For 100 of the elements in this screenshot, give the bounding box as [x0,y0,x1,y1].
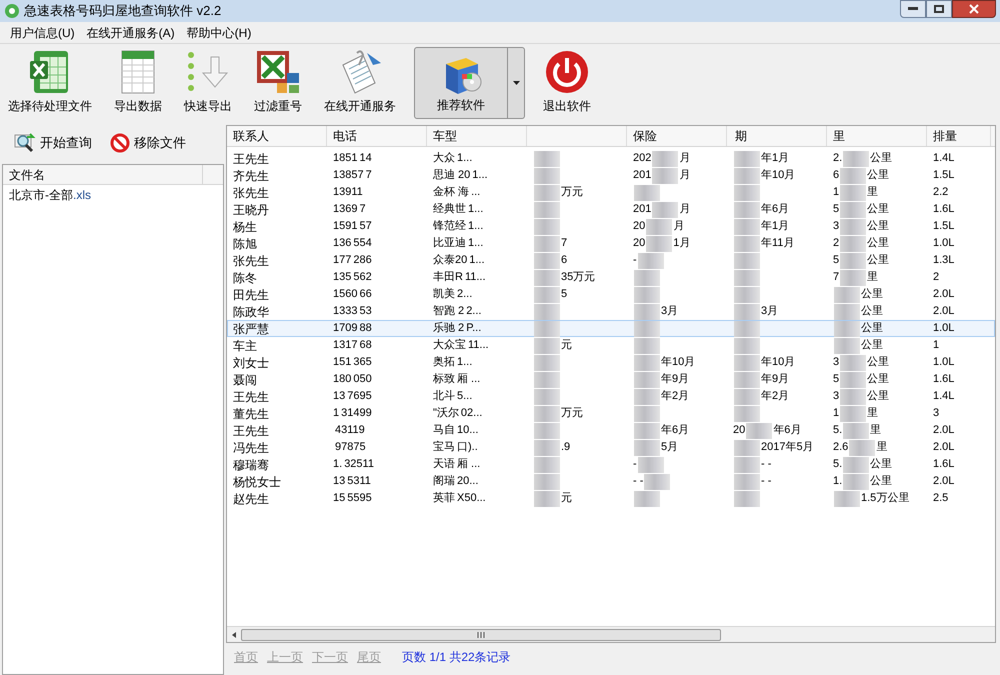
window-title: 急速表格号码归屋地查询软件 v2.2 [24,2,222,20]
caret-icon [512,81,520,85]
toolbar-button[interactable]: 推荐软件 [414,47,508,119]
table-cell-text: 车型 [433,128,457,145]
table-cell-text: 里 [867,270,878,286]
table-cell-text: 151 [333,355,352,370]
table-cell-text: - [633,457,637,472]
menu-item[interactable]: 在线开通服务(A) [80,24,181,42]
table-cell-text: 经典世 [433,202,466,218]
table-row[interactable]: 杨生 1591 57 锋范经 1... 20 月 年1月 3 公里 1.5L [227,218,995,235]
table-row[interactable]: 张先生 177 286 众泰20 1... 6 - 5 公里 1.3L [227,252,995,269]
table-cell-text: 里 [867,406,878,422]
table-row[interactable]: 杨悦女士 13 5311 阁瑞 20... - - - - 1. 公里 2.0L [227,473,995,490]
toolbar-button[interactable]: 过滤重号 [250,47,306,119]
pixelated-mask [534,372,560,388]
toolbar-button[interactable]: 选择待处理文件 [4,47,96,119]
table-cell-text: 1851 [333,151,358,166]
table-cell-text: 2.6 [833,440,848,456]
table-cell-text: 1.4L [933,151,954,166]
table-cell-text: 1... [468,219,484,234]
pixelated-mask [534,270,560,286]
file-name[interactable]: 北京市-全部.xls [3,185,223,204]
pixelated-mask [634,388,660,404]
app-icon [4,3,20,19]
toolbar-button[interactable]: 快速导出 [180,47,236,119]
table-cell-text: 562 [353,270,372,286]
table-cell-text: 1369 [333,202,358,218]
pixelated-mask [534,406,560,422]
pixelated-mask [534,286,560,302]
table-row[interactable]: 车主 1317 68 大众宝 11... 元 公里 1 [227,337,995,354]
scrollbar-thumb[interactable] [241,628,721,640]
table-cell-text: 英菲 [433,491,455,506]
table-cell-text: 公里 [861,287,883,302]
table-row[interactable]: 陈冬 135 562 丰田R 11... 35万元 7 里 2 [227,269,995,286]
pixelated-mask [652,168,678,184]
pixelated-mask [840,388,866,404]
table-cell-text: 月 [679,168,690,184]
table-cell-text: 冯先生 [233,440,269,456]
table-cell-text: 53 [359,304,372,320]
table-cell-text: 张先生 [233,184,269,202]
table-row[interactable]: 王先生 1851 14 大众 1... 202 月 年1月 2. 公里 1.4L [227,150,995,167]
pixelated-mask [840,184,866,200]
table-cell-text: 13 [333,474,346,490]
table-row[interactable]: 董先生 1 31499 "沃尔 02... 万元 1 里 3 [227,405,995,422]
table-row[interactable]: 穆瑞骞 1. 32511 天语 厢 ... - - - 5. 公里 1.6L [227,456,995,473]
table-cell-text: 136 [333,236,352,252]
table-cell-text: 7 [366,168,372,184]
pixelated-mask [634,422,660,438]
table-cell-text: 年6月 [773,423,802,438]
table-cell-text: 5 [561,287,568,302]
pixelated-mask [734,270,760,286]
pixelated-mask [840,252,866,268]
table-row[interactable]: 田先生 1560 66 凯美 2... 5 公里 2.0L [227,286,995,303]
table-row[interactable]: 王先生 13 7695 北斗 5... 年2月 年2月 3 公里 1.4L [227,388,995,405]
table-cell-text: 1 [833,185,840,200]
table-cell-text: 7 [561,236,568,252]
table-cell-text: 月 [673,219,684,234]
pixelated-mask [534,150,560,166]
menu-item[interactable]: 用户信息(U) [4,24,81,42]
table-cell-text: 年10月 [761,168,796,184]
toolbar-button[interactable]: 在线开通服务 [320,47,400,119]
table-cell-text: 2.2 [933,185,948,200]
table-cell-text: - - [633,474,644,490]
table-cell-text: 比亚迪 [433,236,466,252]
menu-item[interactable]: 帮助中心(H) [180,24,258,42]
table-cell-text: 公里 [861,321,883,336]
table-cell-text: 公里 [867,389,890,404]
table-cell-text: 201 [633,168,652,184]
table-row[interactable]: 陈旭 136 554 比亚迪 1... 7 20 1月 年11月 2 公里 1.0L [227,235,995,252]
table-row[interactable]: 齐先生 13857 7 思迪 20 1... 201 月 年10月 6 公里 1.5L [227,167,995,184]
pixelated-mask [634,372,660,388]
table-row[interactable]: 冯先生 97875 宝马 口).. .9 5月 2017年5月 2.6 里 2.0L [227,439,995,456]
table-cell-text: 天语 [433,457,455,472]
pixelated-mask [534,236,560,252]
toolbar-button[interactable]: 退出软件 [539,47,595,119]
table-row[interactable]: 刘女士 151 365 奥拓 1... 年10月 年10月 3 公里 1.0L [227,354,995,371]
table-row[interactable]: 张严慧 1709 88 乐驰 2 P... 公里 1.0L [227,320,995,337]
maximize-button[interactable] [926,0,952,18]
table-row[interactable]: 张先生 13911 金杯 海 ... 万元 1 里 2.2 [227,184,995,201]
minimize-button[interactable] [900,0,926,18]
action-button[interactable]: 移除文件 [110,133,186,153]
table-cell-text: 2. [833,151,842,166]
table-row[interactable]: 王先生 43119 马自 10... 年6月 20 年6月 5. 里 2.0L [227,422,995,439]
table-row[interactable]: 陈政华 1333 53 智跑 2 2... 3月 3月 公里 2.0L [227,303,995,320]
table-row[interactable]: 赵先生 15 5595 英菲 X50... 元 1.5万公里 2.5 [227,490,995,507]
table-cell-text: 7695 [347,389,372,404]
table-row[interactable]: 聂闯 180 050 标致 厢 ... 年9月 年9月 5 公里 1.6L [227,371,995,388]
table-row[interactable]: 王晓丹 1369 7 经典世 1... 201 月 年6月 5 公里 1.6L [227,201,995,218]
table-cell-text: 14 [359,151,372,166]
toolbar-button[interactable]: 导出数据 [110,47,166,119]
pixelated-mask [734,150,760,166]
table-cell-text: 陈政华 [233,304,269,320]
action-button[interactable]: 开始查询 [14,133,92,153]
table-cell-text: 王先生 [233,150,269,168]
close-button[interactable] [952,0,996,18]
table-cell-text: 7 [359,202,366,218]
table-cell-text: 1.5L [933,219,954,234]
pixelated-mask [734,184,760,200]
table-cell-text: 1.0L [933,321,954,336]
table-cell-text: 奥拓 [433,355,455,370]
